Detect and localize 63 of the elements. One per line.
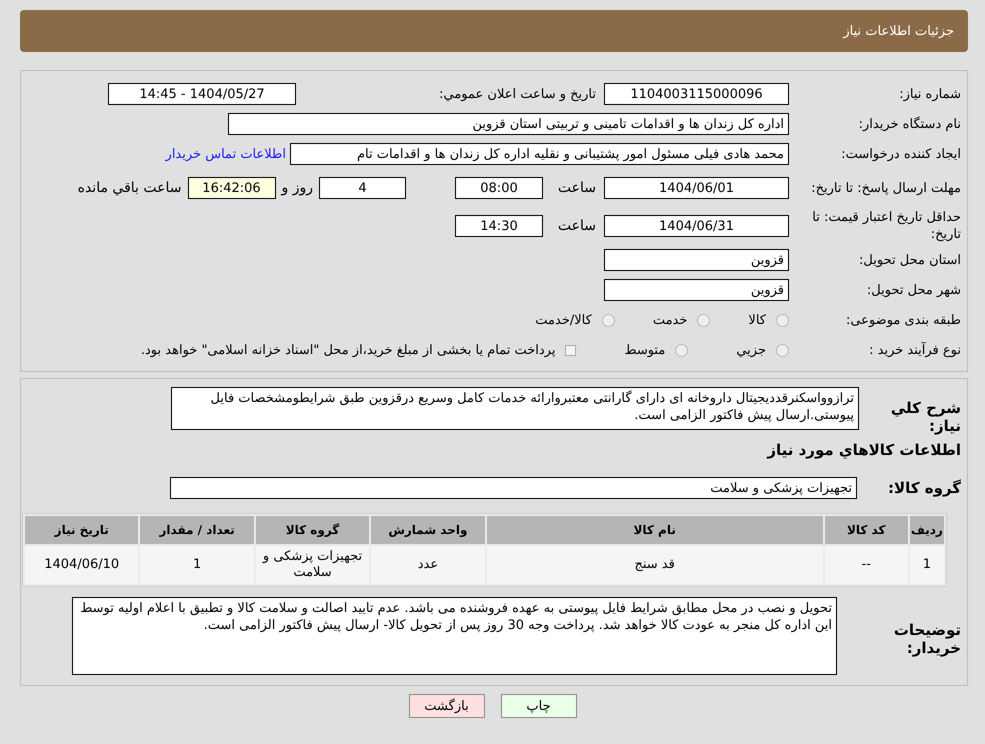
field-label: حداقل تاریخ اعتبار قیمت: تا تاریخ:: [811, 209, 962, 243]
radio-button[interactable]: [697, 314, 710, 326]
field-label: شهر محل تحویل:: [866, 282, 962, 298]
print-button[interactable]: چاپ: [500, 694, 576, 718]
description-field: ترازوواسکنرقددیجیتال داروخانه ای دارای گارانتی معتبروارائه خدمات کامل وسریع درقزوین طبق شرایطومشخصات فایل پیوستی.ارسال پیش فاکتور الزامی است.: [171, 387, 859, 430]
section-title: اطلاعات كالاهاي مورد نياز: [766, 441, 962, 459]
need-number-field: 1104003115000096: [604, 83, 789, 105]
table-cell: --: [824, 546, 908, 584]
radio-button[interactable]: [776, 314, 789, 326]
requester-field: محمد هادی فیلی مسئول امور پشتیبانی و نقلیه اداره کل زندان ها و اقدامات تام: [290, 143, 789, 165]
radio-label: خدمت: [652, 312, 688, 328]
days-field: 4: [319, 177, 406, 199]
checkbox[interactable]: [565, 344, 576, 356]
field-label: طبقه بندی موضوعی:: [844, 312, 962, 328]
field-label: ساعت: [556, 180, 597, 196]
field-label: مهلت ارسال پاسخ: تا تاریخ:: [810, 180, 962, 196]
remaining-time-field: 16:42:06: [188, 177, 276, 199]
table-cell: 1404/06/10: [25, 546, 138, 584]
field-label: گروه کالا:: [887, 479, 962, 497]
goods-group-field: تجهیزات پزشکی و سلامت: [170, 477, 857, 499]
column-header: ردیف: [910, 516, 944, 544]
back-button[interactable]: بازگشت: [408, 694, 484, 718]
table-cell: تجهیزات پزشکی و سلامت: [256, 546, 370, 584]
radio-label: کالا/خدمت: [535, 312, 592, 328]
table-cell: 1: [140, 546, 254, 584]
announce-date-field: 1404/05/27 - 14:45: [108, 83, 296, 105]
checkbox-label: پرداخت تمام یا بخشی از مبلغ خرید،از محل "اسناد خزانه اسلامی" خواهد بود.: [140, 342, 556, 358]
table-cell: عدد: [371, 546, 485, 584]
field-label: تاریخ و ساعت اعلان عمومي:: [438, 86, 596, 102]
field-label: شماره نیاز:: [898, 86, 962, 102]
field-label: ایجاد کننده درخواست:: [840, 146, 962, 162]
city-field: قزوین: [604, 279, 789, 301]
column-header: کد کالا: [824, 516, 908, 544]
radio-button[interactable]: [776, 344, 789, 356]
buyer-notes-field: تحویل و نصب در محل مطابق شرایط فایل پیوستی به عهده فروشنده می باشد. عدم تایید اصالت و سلامت کالا و تطبیق با اعلام اولیه توسط این اداره کل منجر به عودت کالا خواهد شد. پرداخت وجه 30 روز پس از تحویل کالا- ارسال پیش فاکتور الزامی است.: [72, 597, 837, 675]
field-label: ساعت باقي مانده: [78, 180, 182, 196]
province-field: قزوین: [604, 249, 789, 271]
date-field: 1404/06/31: [604, 215, 789, 237]
column-header: تاریخ نیاز: [25, 516, 138, 544]
column-header: تعداد / مقدار: [140, 516, 254, 544]
page-title: جزئیات اطلاعات نیاز: [843, 24, 954, 38]
buyer-field: اداره کل زندان ها و اقدامات تامینی و تربیتی استان قزوین: [228, 113, 789, 135]
date-field: 1404/06/01: [604, 177, 789, 199]
field-label: شرح كلي نياز:: [890, 398, 962, 435]
field-label: توضیحات خریدار:: [892, 620, 962, 657]
column-header: گروه کالا: [256, 516, 370, 544]
radio-label: کالا: [748, 312, 766, 328]
column-header: نام کالا: [486, 516, 823, 544]
radio-button[interactable]: [602, 314, 615, 326]
field-label: استان محل تحویل:: [858, 252, 962, 268]
time-field: 14:30: [455, 215, 543, 237]
table-cell: قد سنج: [486, 546, 823, 584]
radio-label: جزيي: [736, 342, 766, 358]
table-cell: 1: [910, 546, 944, 584]
field-label: نوع فرآیند خرید :: [868, 342, 962, 358]
time-field: 08:00: [455, 177, 543, 199]
radio-label: متوسط: [624, 342, 666, 358]
radio-button[interactable]: [675, 344, 688, 356]
column-header: واحد شمارش: [371, 516, 485, 544]
field-label: نام دستگاه خریدار:: [858, 116, 962, 132]
contact-link[interactable]: اطلاعات تماس خریدار: [166, 146, 286, 162]
field-label: روز و: [280, 180, 314, 196]
field-label: ساعت: [556, 218, 597, 234]
